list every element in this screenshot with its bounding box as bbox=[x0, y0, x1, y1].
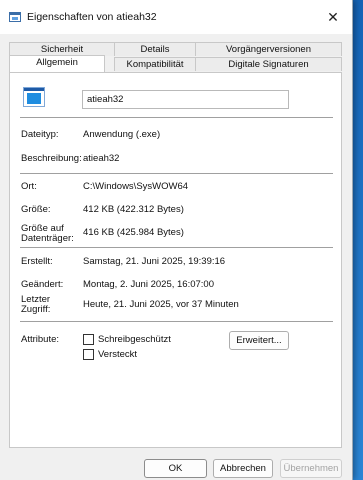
erstellt-label: Erstellt: bbox=[21, 256, 53, 267]
schreibgeschuetzt-checkbox[interactable] bbox=[83, 334, 94, 345]
application-window-icon bbox=[23, 87, 45, 107]
properties-window: Eigenschaften von atieah32 ✕ Sicherheit … bbox=[0, 0, 353, 480]
window-title: Eigenschaften von atieah32 bbox=[27, 11, 157, 23]
close-button[interactable]: ✕ bbox=[320, 4, 346, 30]
general-panel: atieah32 Dateityp: Anwendung (.exe) Besc… bbox=[9, 72, 342, 448]
versteckt-checkbox[interactable] bbox=[83, 349, 94, 360]
ok-button[interactable]: OK bbox=[144, 459, 207, 478]
beschreibung-value: atieah32 bbox=[83, 153, 120, 164]
ort-label: Ort: bbox=[21, 181, 37, 192]
tab-kompatibilitaet[interactable]: Kompatibilität bbox=[114, 57, 196, 71]
tab-digitale-signaturen[interactable]: Digitale Signaturen bbox=[195, 57, 342, 71]
beschreibung-label: Beschreibung: bbox=[21, 153, 82, 164]
zugriff-label: Letzter Zugriff: bbox=[21, 294, 51, 315]
groesse-label: Größe: bbox=[21, 204, 51, 215]
ort-value: C:\Windows\SysWOW64 bbox=[83, 181, 189, 192]
zugriff-value: Heute, 21. Juni 2025, vor 37 Minuten bbox=[83, 299, 239, 310]
abbrechen-button[interactable]: Abbrechen bbox=[213, 459, 273, 478]
tab-sicherheit[interactable]: Sicherheit bbox=[9, 42, 115, 56]
uebernehmen-button[interactable]: Übernehmen bbox=[280, 459, 342, 478]
title-bar[interactable]: Eigenschaften von atieah32 ✕ bbox=[0, 0, 352, 34]
tab-allgemein[interactable]: Allgemein bbox=[9, 55, 105, 72]
separator bbox=[20, 117, 333, 118]
file-name-input[interactable]: atieah32 bbox=[82, 90, 289, 109]
application-window-icon bbox=[9, 12, 21, 22]
tab-details[interactable]: Details bbox=[114, 42, 196, 56]
geaendert-label: Geändert: bbox=[21, 279, 64, 290]
separator bbox=[20, 173, 333, 174]
erweitert-button[interactable]: Erweitert... bbox=[229, 331, 289, 350]
separator bbox=[20, 247, 333, 248]
dateityp-value: Anwendung (.exe) bbox=[83, 129, 161, 140]
groesse-datentraeger-label: Größe auf Datenträger: bbox=[21, 223, 74, 244]
schreibgeschuetzt-label: Schreibgeschützt bbox=[98, 334, 171, 345]
erstellt-value: Samstag, 21. Juni 2025, 19:39:16 bbox=[83, 256, 226, 267]
versteckt-label: Versteckt bbox=[98, 349, 138, 360]
tab-vorgaengerversionen[interactable]: Vorgängerversionen bbox=[195, 42, 342, 56]
groesse-datentraeger-value: 416 KB (425.984 Bytes) bbox=[83, 227, 184, 238]
dateityp-label: Dateityp: bbox=[21, 129, 59, 140]
separator bbox=[20, 321, 333, 322]
groesse-value: 412 KB (422.312 Bytes) bbox=[83, 204, 184, 215]
geaendert-value: Montag, 2. Juni 2025, 16:07:00 bbox=[83, 279, 214, 290]
attribute-label: Attribute: bbox=[21, 334, 60, 345]
